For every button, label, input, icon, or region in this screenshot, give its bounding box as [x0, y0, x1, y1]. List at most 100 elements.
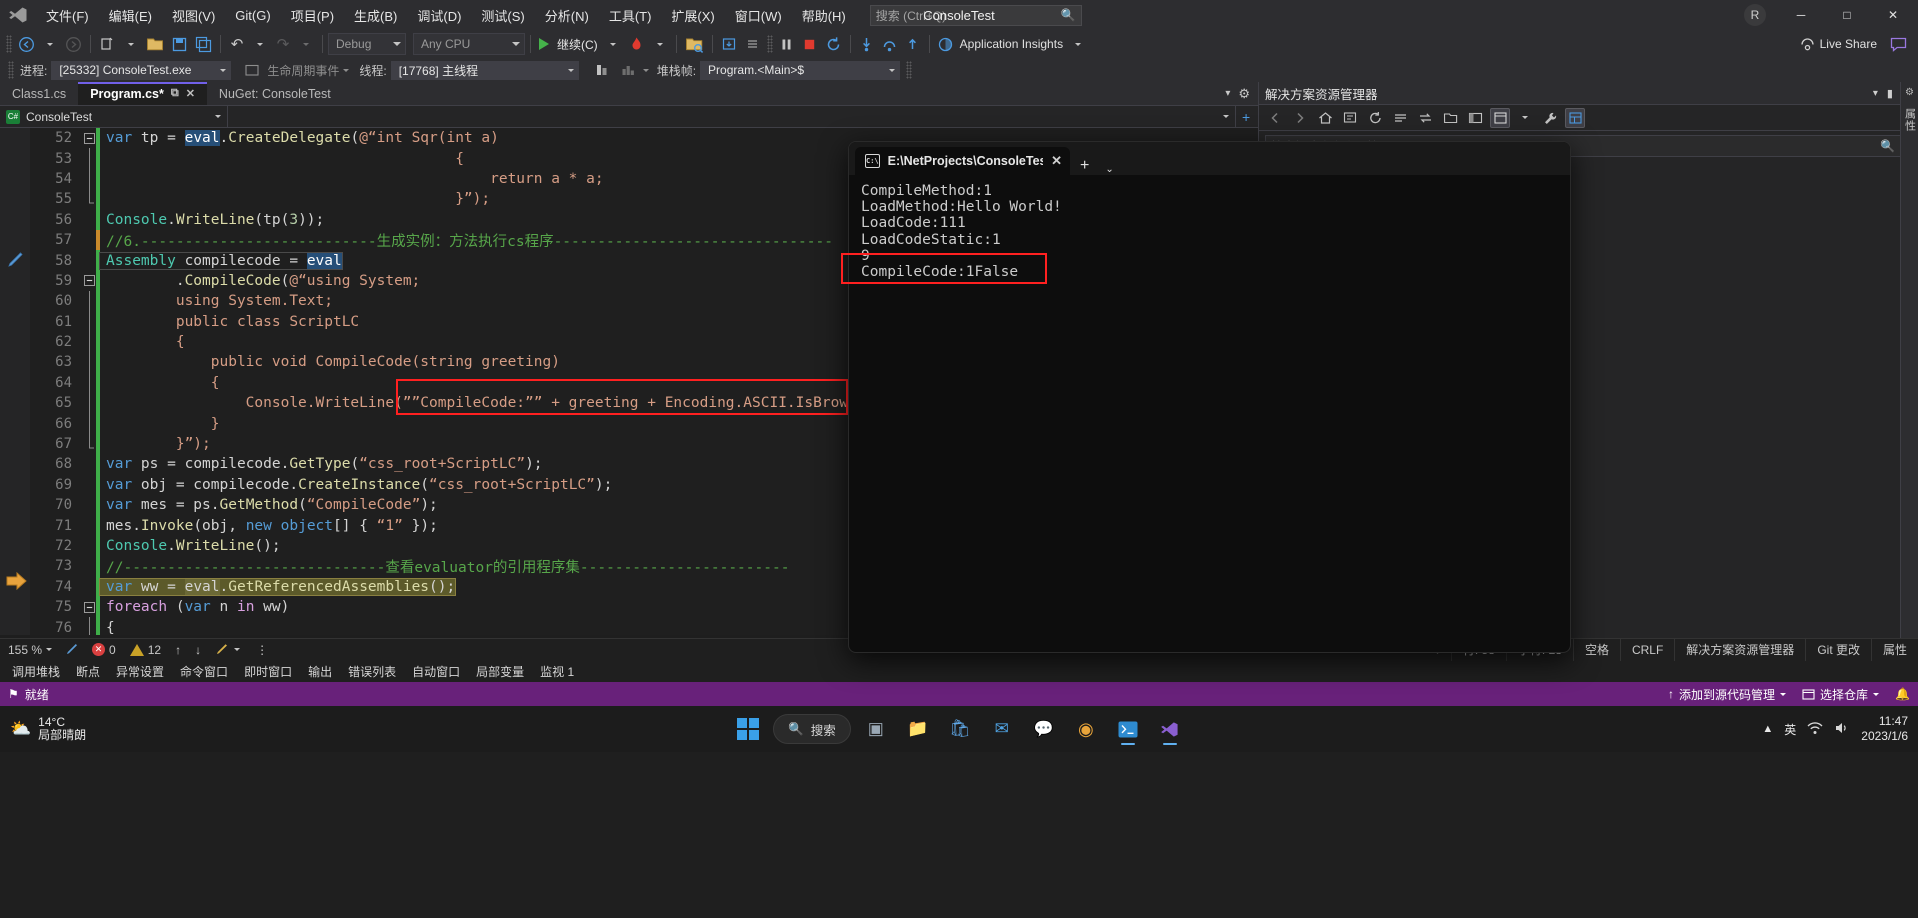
breakpoint-gutter[interactable]: [0, 535, 30, 557]
navigate-back-button[interactable]: [15, 32, 38, 56]
undo-button[interactable]: ↶: [226, 32, 248, 56]
code-text[interactable]: }: [100, 416, 220, 432]
pending-changes-icon[interactable]: [1340, 108, 1360, 128]
home-icon[interactable]: [1315, 108, 1335, 128]
code-text[interactable]: var tp = eval.CreateDelegate(@“int Sqr(i…: [100, 130, 499, 147]
select-repository-button[interactable]: 选择仓库: [1802, 686, 1880, 703]
redo-button[interactable]: ↷: [272, 32, 294, 56]
menu-edit[interactable]: 编辑(E): [99, 2, 162, 29]
status-properties-link[interactable]: 属性: [1870, 638, 1918, 661]
console-new-tab-icon[interactable]: +: [1072, 157, 1097, 175]
error-count-indicator[interactable]: ✕ 0: [85, 643, 123, 657]
breakpoint-gutter[interactable]: [0, 372, 30, 394]
fold-toggle[interactable]: [82, 168, 96, 190]
fold-toggle[interactable]: [82, 617, 96, 635]
global-search-box[interactable]: 搜索 (Ctrl+Q) 🔍: [869, 4, 1082, 26]
panel-tab-call-stack[interactable]: 调用堆栈: [4, 663, 68, 680]
panel-tab-command-window[interactable]: 命令窗口: [172, 663, 236, 680]
refresh-icon[interactable]: [1365, 108, 1385, 128]
step-over-button[interactable]: [879, 32, 901, 56]
break-all-button[interactable]: [776, 32, 798, 56]
zoom-level-control[interactable]: 155 %: [0, 643, 60, 657]
panel-tab-locals[interactable]: 局部变量: [468, 663, 532, 680]
console-output-window[interactable]: C:\ E:\NetProjects\ConsoleTest\C ✕ + ⌄ C…: [848, 141, 1571, 653]
navigate-forward-button[interactable]: [62, 32, 85, 56]
lifecycle-events-button[interactable]: [241, 58, 263, 82]
fold-toggle[interactable]: [82, 275, 96, 287]
code-text[interactable]: Console.WriteLine();: [100, 538, 281, 554]
forward-arrow-icon[interactable]: [1290, 108, 1310, 128]
fold-toggle[interactable]: [82, 188, 96, 210]
code-text[interactable]: {: [100, 334, 185, 350]
undo-dropdown[interactable]: [249, 32, 271, 56]
fold-toggle[interactable]: [82, 413, 96, 435]
status-solution-explorer-link[interactable]: 解决方案资源管理器: [1674, 638, 1805, 661]
menu-git[interactable]: Git(G): [225, 4, 280, 27]
minimize-button[interactable]: ─: [1778, 0, 1824, 30]
code-text[interactable]: //6.---------------------------生成实例：方法执行…: [100, 230, 833, 251]
process-dropdown[interactable]: [25332] ConsoleTest.exe: [51, 60, 232, 80]
breakpoint-gutter[interactable]: [0, 128, 30, 149]
breakpoint-gutter[interactable]: [0, 189, 30, 210]
ime-language-indicator[interactable]: 英: [1784, 721, 1796, 738]
code-text[interactable]: return a * a;: [100, 171, 604, 187]
navigate-back-dropdown[interactable]: [39, 32, 61, 56]
network-icon[interactable]: [1807, 721, 1823, 738]
menu-build[interactable]: 生成(B): [344, 2, 407, 29]
fold-toggle[interactable]: [82, 392, 96, 414]
breakpoint-gutter[interactable]: [0, 596, 30, 618]
stack-frame-dropdown[interactable]: Program.<Main>$: [700, 60, 901, 80]
visual-studio-icon[interactable]: [1153, 712, 1187, 746]
taskview-icon[interactable]: ▣: [859, 712, 893, 746]
tab-overflow-chevron-icon[interactable]: ▾: [1225, 88, 1230, 99]
fold-toggle[interactable]: [82, 148, 96, 170]
navbar-project-dropdown[interactable]: C# ConsoleTest: [0, 106, 228, 127]
panel-tab-autos[interactable]: 自动窗口: [404, 663, 468, 680]
fold-toggle[interactable]: [82, 352, 96, 373]
code-text[interactable]: Console.WriteLine(tp(3));: [100, 212, 324, 228]
chevron-up-icon[interactable]: ▲: [1762, 723, 1773, 735]
line-ending-indicator[interactable]: CRLF: [1619, 638, 1674, 661]
fold-toggle[interactable]: [82, 372, 96, 394]
save-button[interactable]: [168, 32, 191, 56]
volume-icon[interactable]: [1834, 721, 1850, 738]
quick-actions-button[interactable]: [208, 643, 248, 656]
back-arrow-icon[interactable]: [1265, 108, 1285, 128]
stop-debugging-button[interactable]: [799, 32, 821, 56]
show-all-files-icon[interactable]: [1440, 108, 1460, 128]
code-text[interactable]: public void CompileCode(string greeting): [100, 354, 560, 370]
code-text[interactable]: Console.WriteLine(””CompileCode:”” + gre…: [100, 395, 857, 411]
solution-configuration-dropdown[interactable]: Debug: [328, 33, 406, 55]
code-text[interactable]: Assembly compilecode = eval: [99, 251, 343, 270]
save-all-button[interactable]: [192, 32, 215, 56]
solution-explorer-pin-icon[interactable]: ▮: [1887, 87, 1893, 100]
search-magnifier-icon[interactable]: 🔍: [1880, 139, 1895, 153]
live-share-button[interactable]: Live Share: [1800, 37, 1877, 52]
menu-window[interactable]: 窗口(W): [725, 2, 792, 29]
fold-toggle[interactable]: [82, 132, 96, 144]
status-git-changes-link[interactable]: Git 更改: [1805, 638, 1871, 661]
chrome-icon[interactable]: ◉: [1069, 712, 1103, 746]
breakpoint-gutter[interactable]: [0, 311, 30, 332]
rail-properties-label[interactable]: 属性: [1902, 108, 1918, 132]
restart-button[interactable]: [822, 32, 845, 56]
wrench-icon[interactable]: [1540, 108, 1560, 128]
step-into-button[interactable]: [856, 32, 878, 56]
panel-tab-breakpoints[interactable]: 断点: [68, 663, 108, 680]
chat-icon[interactable]: 💬: [1027, 712, 1061, 746]
debug-location-grip-end[interactable]: [906, 61, 913, 79]
sync-icon[interactable]: [1415, 108, 1435, 128]
debug-target-button[interactable]: [718, 32, 741, 56]
continue-button[interactable]: 继续(C): [536, 32, 601, 56]
code-text[interactable]: .CompileCode(@“using System;: [100, 273, 420, 289]
breakpoint-gutter[interactable]: [0, 331, 30, 353]
hot-reload-button[interactable]: [625, 32, 648, 56]
taskbar-search-box[interactable]: 🔍 搜索: [773, 714, 851, 744]
tab-program-cs[interactable]: Program.cs* ⧉ ✕: [78, 82, 207, 105]
indentation-indicator[interactable]: 空格: [1572, 638, 1620, 661]
menu-project[interactable]: 项目(P): [281, 2, 344, 29]
breakpoint-gutter[interactable]: [0, 617, 30, 635]
debug-toolbar-grip[interactable]: [766, 35, 773, 53]
code-text[interactable]: mes.Invoke(obj, new object[] { “1” });: [100, 518, 438, 534]
tab-settings-gear-icon[interactable]: ⚙: [1238, 86, 1250, 102]
